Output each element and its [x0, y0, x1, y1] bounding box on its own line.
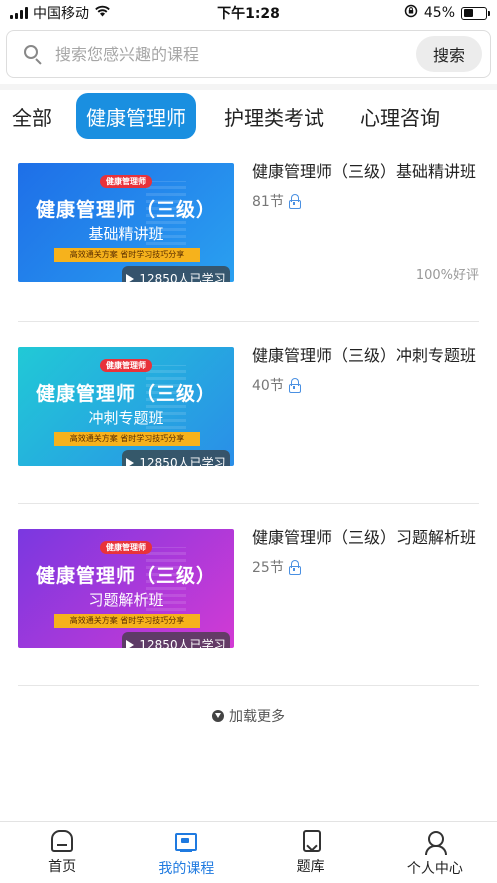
- nav-my-courses[interactable]: 我的课程: [124, 822, 248, 883]
- lesson-count: 81节: [252, 194, 284, 210]
- course-thumbnail[interactable]: 健康管理师 健康管理师（三级） 习题解析班 高效通关方案 省时学习技巧分享 12…: [18, 529, 234, 648]
- thumb-slogan: 高效通关方案 省时学习技巧分享: [54, 248, 200, 262]
- thumb-tag: 健康管理师: [100, 175, 152, 188]
- user-icon: [423, 830, 447, 855]
- lock-icon: [288, 377, 301, 393]
- learner-count-badge: 12850人已学习: [122, 450, 230, 466]
- course-list: 健康管理师 健康管理师（三级） 基础精讲班 高效通关方案 省时学习技巧分享 12…: [18, 160, 479, 686]
- learner-count-badge: 12850人已学习: [122, 266, 230, 282]
- learner-count-badge: 12850人已学习: [122, 632, 230, 648]
- carrier-name: 中国移动: [33, 6, 89, 22]
- thumb-slogan: 高效通关方案 省时学习技巧分享: [54, 432, 200, 446]
- course-title[interactable]: 健康管理师（三级）基础精讲班: [252, 160, 480, 183]
- lesson-count-row: 40节: [252, 375, 480, 395]
- search-button[interactable]: 搜索: [416, 36, 482, 72]
- course-thumbnail[interactable]: 健康管理师 健康管理师（三级） 冲刺专题班 高效通关方案 省时学习技巧分享 12…: [18, 347, 234, 466]
- course-info: 健康管理师（三级）冲刺专题班 40节: [252, 344, 480, 395]
- course-item[interactable]: 健康管理师 健康管理师（三级） 冲刺专题班 高效通关方案 省时学习技巧分享 12…: [18, 322, 479, 504]
- battery-percent: 45%: [423, 5, 455, 21]
- home-icon: [51, 830, 74, 852]
- tab-all[interactable]: 全部: [12, 93, 52, 139]
- lock-icon: [288, 193, 301, 209]
- nav-my-courses-label: 我的课程: [158, 861, 215, 877]
- thumb-tag: 健康管理师: [100, 359, 152, 372]
- search-bar: 搜索: [6, 30, 491, 78]
- section-divider: [0, 84, 497, 90]
- play-icon: [126, 274, 135, 282]
- lock-icon: [288, 559, 301, 575]
- search-icon: [23, 44, 43, 65]
- question-bank-icon: [303, 830, 322, 852]
- nav-home-label: 首页: [48, 859, 77, 875]
- load-more-button[interactable]: 加载更多: [0, 706, 497, 726]
- thumb-subtitle: 习题解析班: [88, 591, 164, 609]
- orientation-lock-icon: [404, 4, 418, 22]
- tab-health-manager[interactable]: 健康管理师: [76, 93, 196, 139]
- rating: 100%好评: [415, 268, 479, 283]
- learner-count: 12850人已学习: [139, 638, 226, 648]
- arrow-down-icon: [212, 710, 224, 722]
- nav-profile[interactable]: 个人中心: [373, 822, 497, 883]
- thumb-subtitle: 冲刺专题班: [88, 409, 164, 427]
- course-title[interactable]: 健康管理师（三级）冲刺专题班: [252, 344, 480, 367]
- thumb-headline: 健康管理师（三级）: [35, 199, 216, 221]
- tab-psychological-counseling[interactable]: 心理咨询: [360, 93, 440, 139]
- course-info: 健康管理师（三级）习题解析班 25节: [252, 526, 480, 577]
- thumb-headline: 健康管理师（三级）: [35, 565, 216, 587]
- nav-profile-label: 个人中心: [406, 861, 463, 877]
- lesson-count-row: 81节: [252, 191, 480, 211]
- nav-home[interactable]: 首页: [0, 822, 124, 883]
- course-item[interactable]: 健康管理师 健康管理师（三级） 习题解析班 高效通关方案 省时学习技巧分享 12…: [18, 504, 479, 686]
- course-thumbnail[interactable]: 健康管理师 健康管理师（三级） 基础精讲班 高效通关方案 省时学习技巧分享 12…: [18, 163, 234, 282]
- category-tabs: 全部 健康管理师 护理类考试 心理咨询: [0, 92, 497, 140]
- search-input[interactable]: [55, 44, 416, 64]
- thumb-slogan: 高效通关方案 省时学习技巧分享: [54, 614, 200, 628]
- lesson-count: 40节: [252, 378, 284, 394]
- bottom-nav: 首页 我的课程 题库 个人中心: [0, 821, 497, 883]
- thumb-subtitle: 基础精讲班: [88, 225, 164, 243]
- battery-icon: [461, 6, 490, 20]
- thumb-tag: 健康管理师: [100, 541, 152, 554]
- course-icon: [174, 830, 198, 854]
- learner-count: 12850人已学习: [139, 272, 226, 282]
- nav-question-bank-label: 题库: [296, 859, 325, 875]
- learner-count: 12850人已学习: [139, 456, 226, 466]
- play-icon: [126, 458, 135, 466]
- status-left: 中国移动: [10, 3, 111, 23]
- thumb-headline: 健康管理师（三级）: [35, 383, 216, 405]
- status-bar: 中国移动 下午1:28 45%: [0, 0, 497, 26]
- status-right: 45%: [404, 4, 490, 22]
- play-icon: [126, 640, 135, 648]
- course-title[interactable]: 健康管理师（三级）习题解析班: [252, 526, 480, 549]
- signal-icon: [10, 7, 28, 19]
- course-item[interactable]: 健康管理师 健康管理师（三级） 基础精讲班 高效通关方案 省时学习技巧分享 12…: [18, 160, 479, 322]
- lesson-count-row: 25节: [252, 557, 480, 577]
- wifi-icon: [94, 5, 111, 21]
- course-info: 健康管理师（三级）基础精讲班 81节: [252, 160, 480, 211]
- clock: 下午1:28: [217, 6, 280, 22]
- load-more-label: 加载更多: [229, 709, 285, 725]
- tab-nursing-exam[interactable]: 护理类考试: [224, 93, 324, 139]
- nav-question-bank[interactable]: 题库: [249, 822, 373, 883]
- lesson-count: 25节: [252, 560, 284, 576]
